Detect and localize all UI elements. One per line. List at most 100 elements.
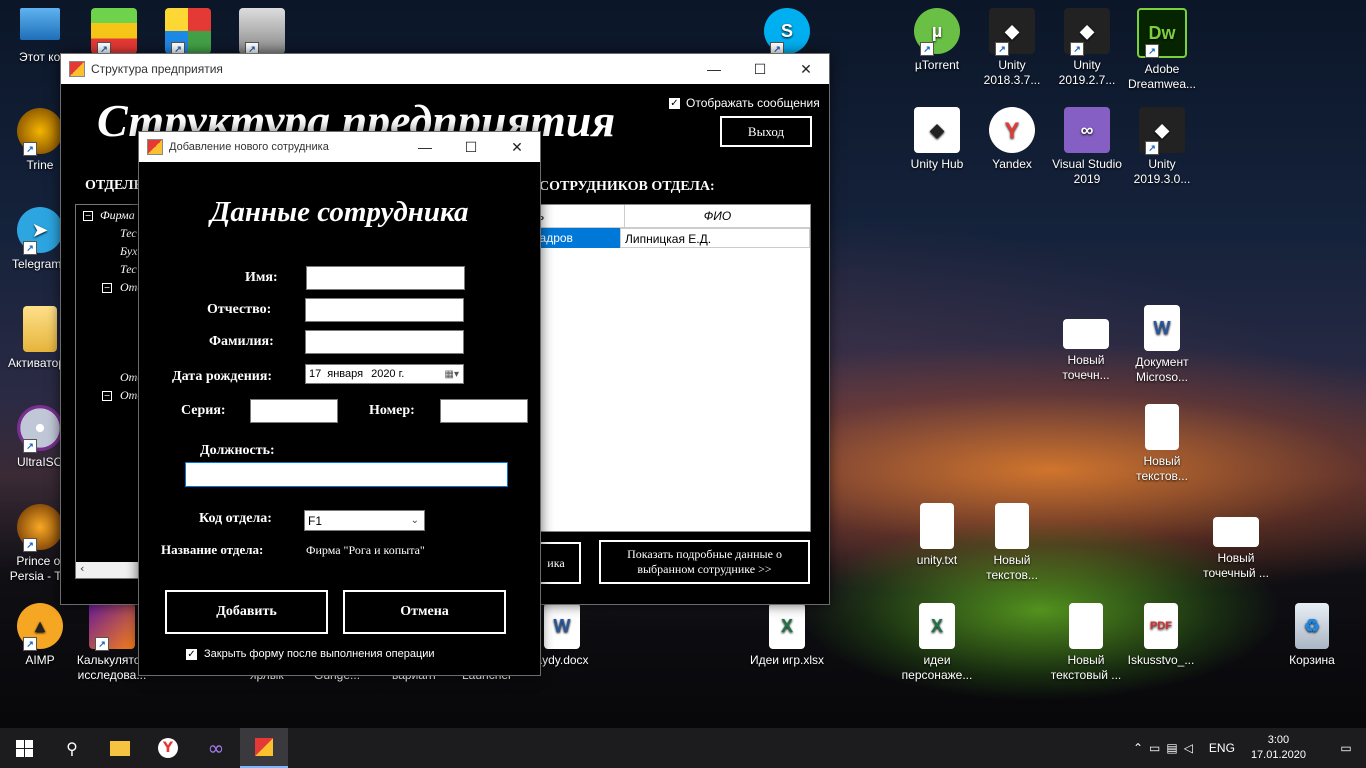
cancel-button[interactable]: Отмена [343, 590, 506, 634]
department-tree[interactable]: Фирма Тес Бух Тес Отд Отд Отд − − − ‹ [75, 204, 147, 579]
close-after-checkbox[interactable]: ✓ Закрыть форму после выполнения операци… [186, 648, 435, 660]
number-field[interactable] [440, 399, 528, 423]
desktop-icon-new-text[interactable]: Новый текстовый ... [1046, 603, 1126, 683]
table-cell[interactable]: Липницкая Е.Д. [621, 228, 810, 248]
chevron-up-icon[interactable]: ⌃ [1133, 741, 1149, 755]
patronymic-field[interactable] [305, 298, 464, 322]
language-indicator[interactable]: ENG [1209, 741, 1235, 755]
column-header[interactable]: ФИО [625, 205, 810, 227]
text-file-icon [920, 503, 954, 549]
column-header[interactable]: ь [532, 205, 625, 227]
first-name-field[interactable] [306, 266, 465, 290]
close-button[interactable]: ✕ [494, 132, 540, 162]
desktop-icon-dreamweaver[interactable]: Dw ↗ Adobe Dreamwea... [1122, 8, 1202, 92]
scroll-left-icon[interactable]: ‹ [80, 562, 84, 575]
desktop-icon-new-bitmap[interactable]: Новый точечн... [1046, 305, 1126, 383]
unity-icon: ◆ ↗ [989, 8, 1035, 56]
tree-expand-icon[interactable]: − [102, 283, 112, 293]
minimize-button[interactable]: — [402, 132, 448, 162]
exit-button[interactable]: Выход [720, 116, 812, 147]
desktop-icon-new-text-3[interactable]: Новый текстов... [972, 503, 1052, 583]
show-messages-label: Отображать сообщения [686, 96, 820, 110]
add-button[interactable]: Добавить [165, 590, 328, 634]
maximize-button[interactable]: ☐ [737, 54, 783, 84]
tree-item-accounting[interactable]: Бух [120, 244, 137, 259]
clock-date: 17.01.2020 [1250, 749, 1306, 761]
birth-date-picker[interactable]: 17 января 2020 г. ▦▾ [305, 364, 464, 384]
yandex-icon: Y [989, 107, 1035, 153]
desktop-icon-recycle-bin[interactable]: ♻ Корзина [1272, 603, 1352, 668]
clock[interactable]: 3:00 17.01.2020 [1251, 733, 1306, 763]
birth-year[interactable]: 2020 г. [371, 368, 444, 380]
start-button[interactable] [0, 728, 48, 768]
tree-scrollbar[interactable]: ‹ [76, 562, 146, 578]
desktop-icon-pdf[interactable]: PDF Iskusstvo_... [1121, 603, 1201, 668]
desktop-icon-unity-2019-3[interactable]: ◆ ↗ Unity 2019.3.0... [1122, 107, 1202, 187]
desktop-icon-visual-studio[interactable]: ∞ Visual Studio 2019 [1047, 107, 1127, 187]
table-row[interactable]: кадров Липницкая Е.Д. [532, 228, 810, 248]
desktop-icon-unity-txt[interactable]: unity.txt [897, 503, 977, 568]
close-button[interactable]: ✕ [783, 54, 829, 84]
position-field[interactable] [185, 462, 508, 487]
visual-studio-icon: ∞ [1064, 107, 1110, 153]
series-field[interactable] [250, 399, 338, 423]
main-titlebar[interactable]: Структура предприятия — ☐ ✕ [61, 54, 829, 84]
show-details-button[interactable]: Показать подробные данные о выбранном со… [599, 540, 810, 584]
tree-item-test[interactable]: Тес [120, 226, 137, 241]
app-icon [147, 139, 163, 155]
desktop-icon-new-bitmap-2[interactable]: Новый точечный ... [1196, 503, 1276, 581]
birth-month[interactable]: января [327, 368, 363, 380]
notifications-button[interactable]: ▭ [1326, 728, 1366, 768]
desktop-icon-skype[interactable]: S ↗ [747, 8, 827, 58]
dept-code-select[interactable]: F1 ⌄ [304, 510, 425, 531]
tree-expand-icon[interactable]: − [83, 211, 93, 221]
disc-icon: ↗ [17, 405, 63, 453]
calendar-icon[interactable]: ▦▾ [445, 369, 459, 380]
network-icon[interactable]: ▤ [1166, 741, 1183, 755]
series-label: Серия: [181, 403, 226, 418]
tree-item-firm[interactable]: Фирма [100, 208, 135, 223]
desktop-icon-ideas-xlsx[interactable]: X Идеи игр.xlsx [747, 603, 827, 668]
taskbar-yandex[interactable]: Y [144, 728, 192, 768]
desktop-icon-rubik[interactable]: ↗ [148, 8, 228, 58]
dialog-titlebar[interactable]: Добавление нового сотрудника — ☐ ✕ [139, 132, 540, 162]
word-doc-icon: W [1144, 305, 1180, 351]
desktop-icon-yandex[interactable]: Y Yandex [972, 107, 1052, 172]
checkbox-box[interactable]: ✓ [186, 648, 197, 660]
taskbar-visual-studio[interactable]: ∞ [192, 728, 240, 768]
main-window-title: Структура предприятия [91, 62, 223, 76]
number-label: Номер: [369, 403, 415, 418]
dept-name-label: Название отдела: [161, 542, 264, 557]
volume-icon[interactable]: ◁ [1184, 741, 1199, 755]
tree-item-test-2[interactable]: Тес [120, 262, 137, 277]
table-cell[interactable]: кадров [532, 228, 621, 248]
desktop-icon-label: Новый текстов... [1136, 454, 1188, 483]
checkbox-box[interactable]: ✓ [669, 97, 680, 109]
app-icon [69, 61, 85, 77]
excel-icon: X [919, 603, 955, 649]
desktop-icon-unity-2018[interactable]: ◆ ↗ Unity 2018.3.7... [972, 8, 1052, 88]
minimize-button[interactable]: — [691, 54, 737, 84]
desktop-icon-utorrent[interactable]: µ ↗ µTorrent [897, 8, 977, 73]
desktop-icon-speaker[interactable]: ↗ [222, 8, 302, 58]
tree-expand-icon[interactable]: − [102, 391, 112, 401]
birth-day[interactable]: 17 [309, 368, 321, 380]
desktop-icon-characters-xlsx[interactable]: X идеи персонаже... [897, 603, 977, 683]
employee-table[interactable]: ь ФИО кадров Липницкая Е.Д. [531, 204, 811, 532]
maximize-button[interactable]: ☐ [448, 132, 494, 162]
taskbar-explorer[interactable] [96, 728, 144, 768]
game-icon: ↗ [89, 603, 135, 651]
speaker-icon: ↗ [239, 8, 285, 56]
last-name-field[interactable] [305, 330, 464, 354]
desktop-icon-unity-hub[interactable]: ◆ Unity Hub [897, 107, 977, 172]
show-messages-checkbox[interactable]: ✓ Отображать сообщения [669, 96, 820, 110]
desktop-icon-aimp[interactable]: ▲ ↗ AIMP [0, 603, 80, 668]
battery-icon[interactable]: ▭ [1149, 741, 1166, 755]
taskbar-active-app[interactable] [240, 728, 288, 768]
desktop-icon-word-doc[interactable]: W Документ Microso... [1122, 305, 1202, 385]
tray-icons[interactable]: ⌃▭▤◁ [1133, 741, 1199, 755]
desktop-icon-new-text-2[interactable]: Новый текстов... [1122, 404, 1202, 484]
search-button[interactable]: ⚲ [48, 728, 96, 768]
desktop-icon-unity-2019-2[interactable]: ◆ ↗ Unity 2019.2.7... [1047, 8, 1127, 88]
desktop-icon-bluestacks[interactable]: ↗ [74, 8, 154, 58]
